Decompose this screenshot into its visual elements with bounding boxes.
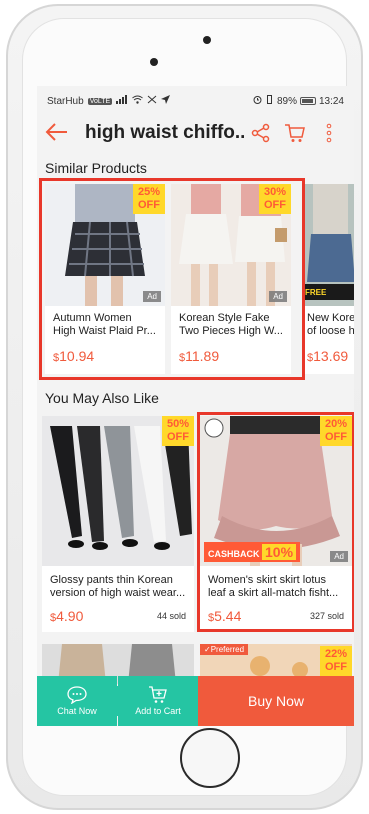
product-price: $5.44 — [208, 608, 242, 624]
sold-count: 44 sold — [156, 611, 186, 621]
ad-badge: Ad — [143, 291, 161, 302]
front-camera — [150, 58, 158, 66]
free-shipping-badge: FREE — [305, 288, 327, 297]
discount-badge: 20% OFF — [320, 416, 352, 446]
product-name: New Korea of loose hi — [307, 312, 354, 337]
vibrate-icon — [265, 95, 274, 107]
location-icon — [161, 95, 171, 107]
status-bar: StarHub VoLTE 89% 13:24 — [37, 86, 354, 116]
volte-badge: VoLTE — [87, 97, 113, 105]
add-cart-icon — [148, 686, 168, 706]
earpiece — [203, 36, 211, 44]
similar-product-card[interactable]: 30% OFF Ad Korean Style Fake Two Pieces … — [171, 184, 291, 374]
battery-icon — [299, 97, 316, 105]
buy-now-button[interactable]: Buy Now — [198, 676, 354, 726]
product-price: $10.94 — [53, 348, 95, 364]
chat-now-button[interactable]: Chat Now — [37, 676, 117, 726]
cashback-badge: CASHBACK 10% — [204, 542, 301, 562]
product-price: $13.69 — [307, 348, 349, 364]
product-card[interactable]: 20% OFF Ad CASHBACK 10% Women's skirt sk… — [200, 416, 352, 632]
product-name: Glossy pants thin Korean version of high… — [50, 574, 186, 599]
home-button[interactable] — [180, 728, 240, 788]
ad-badge: Ad — [330, 551, 348, 562]
product-image: 25% OFF Ad — [45, 184, 165, 306]
carrier-name: StarHub — [47, 95, 84, 107]
chat-now-label: Chat Now — [57, 706, 97, 716]
alarm-icon — [253, 95, 262, 107]
you-may-also-like-grid: 50% OFF Glossy pants thin Korean version… — [37, 412, 354, 702]
buy-now-label: Buy Now — [247, 693, 305, 709]
add-to-cart-label: Add to Cart — [135, 706, 181, 716]
battery-percent: 89% — [276, 95, 297, 107]
product-name: Autumn Women High Waist Plaid Pr... — [53, 312, 156, 337]
product-image: 20% OFF Ad CASHBACK 10% — [200, 416, 352, 566]
product-price: $4.90 — [50, 608, 84, 624]
product-image: 50% OFF — [42, 416, 194, 566]
page-title: high waist chiffo... — [85, 122, 244, 143]
product-image: FREE — [303, 184, 354, 306]
data-icon — [147, 95, 157, 107]
product-footer: $4.90 44 sold — [42, 604, 194, 632]
cart-icon[interactable] — [278, 123, 312, 143]
product-price: $11.89 — [179, 348, 220, 364]
app-screen: StarHub VoLTE 89% 13:24 high waist chiff… — [37, 86, 354, 726]
product-name: Women's skirt skirt lotus leaf a skirt a… — [208, 574, 339, 599]
product-name: Korean Style Fake Two Pieces High W... — [179, 312, 283, 337]
product-footer: $5.44 327 sold — [200, 604, 352, 632]
similar-product-card[interactable]: 25% OFF Ad Autumn Women High Waist Plaid… — [45, 184, 165, 374]
discount-badge: 30% OFF — [259, 184, 291, 214]
you-may-also-like-title: You May Also Like — [45, 390, 159, 406]
discount-badge: 25% OFF — [133, 184, 165, 214]
share-icon[interactable] — [244, 123, 278, 143]
sold-count: 327 sold — [309, 611, 344, 621]
similar-products-title: Similar Products — [45, 160, 147, 176]
discount-badge: 50% OFF — [162, 416, 194, 446]
bottom-action-bar: Chat Now Add to Cart Buy Now — [37, 676, 354, 726]
add-to-cart-button[interactable]: Add to Cart — [118, 676, 198, 726]
clock: 13:24 — [318, 95, 344, 107]
wifi-icon — [132, 95, 143, 107]
ad-badge: Ad — [269, 291, 287, 302]
more-icon[interactable] — [312, 123, 346, 143]
discount-badge: 22% OFF — [320, 646, 352, 676]
app-header: high waist chiffo... — [37, 116, 354, 150]
signal-icon — [116, 95, 128, 107]
back-arrow-icon[interactable] — [45, 120, 85, 146]
product-image: 30% OFF Ad — [171, 184, 291, 306]
chat-icon — [67, 686, 87, 706]
similar-product-card[interactable]: FREE New Korea of loose hi $13.69 — [303, 184, 354, 374]
similar-products-list: 25% OFF Ad Autumn Women High Waist Plaid… — [37, 178, 354, 382]
product-card[interactable]: 50% OFF Glossy pants thin Korean version… — [42, 416, 194, 632]
preferred-badge: ✓Preferred — [200, 644, 249, 655]
